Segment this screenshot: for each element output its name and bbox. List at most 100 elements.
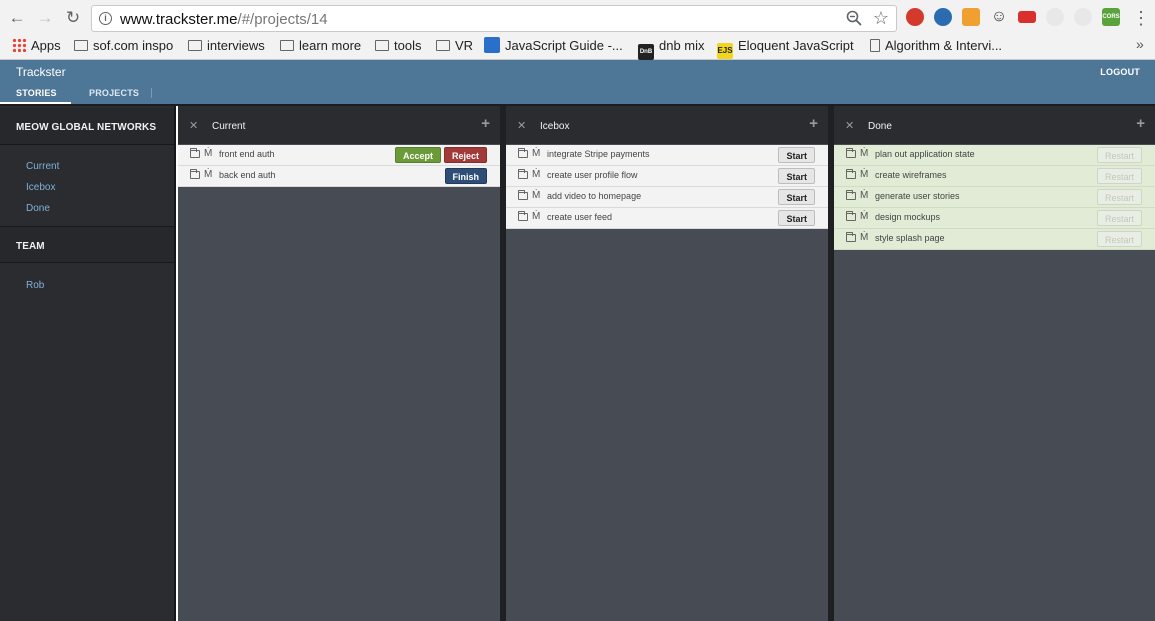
bookmark-vr[interactable]: VR — [436, 37, 473, 55]
folder-icon[interactable] — [846, 169, 856, 179]
address-bar[interactable]: i www.trackster.me/#/projects/14 ☆ — [91, 5, 897, 32]
bookmark-dnb-mix[interactable]: DnB dnb mix — [638, 37, 705, 60]
folder-icon[interactable] — [846, 211, 856, 221]
folder-icon[interactable] — [846, 148, 856, 158]
sidebar-link-icebox[interactable]: Icebox — [26, 182, 55, 193]
story-title: back end auth — [219, 170, 276, 180]
back-arrow-icon[interactable]: ← — [6, 7, 28, 29]
team-heading-section: TEAM — [0, 226, 174, 263]
bookmark-apps[interactable]: Apps — [12, 37, 61, 55]
story-row[interactable]: Ṁ integrate Stripe payments Start — [506, 145, 828, 166]
story-row[interactable]: Ṁ create user profile flow Start — [506, 166, 828, 187]
folder-icon — [436, 40, 450, 51]
info-icon[interactable]: i — [99, 12, 112, 25]
bookmark-learn-more[interactable]: learn more — [280, 37, 361, 55]
tab-divider — [151, 88, 152, 98]
sidebar-link-current[interactable]: Current — [26, 161, 59, 172]
tab-projects[interactable]: PROJECTS — [89, 88, 139, 98]
url-text[interactable]: www.trackster.me/#/projects/14 — [120, 11, 328, 28]
column-header: ✕ Done + — [834, 106, 1155, 144]
bookmark-label: VR — [455, 38, 474, 53]
chart-extension-icon[interactable] — [962, 8, 980, 26]
video-extension-icon[interactable] — [1018, 11, 1036, 23]
folder-icon[interactable] — [518, 169, 528, 179]
browser-menu-icon[interactable]: ⋮ — [1132, 7, 1150, 29]
add-story-icon[interactable]: + — [481, 115, 490, 132]
story-title: create user profile flow — [547, 170, 638, 180]
bookmark-eloquent-javascript[interactable]: EJS Eloquent JavaScript — [717, 37, 854, 59]
restart-button[interactable]: Restart — [1096, 231, 1142, 247]
close-column-icon[interactable]: ✕ — [189, 119, 198, 132]
bookmark-interviews[interactable]: interviews — [188, 37, 265, 55]
folder-icon[interactable] — [846, 232, 856, 242]
bookmark-label: dnb mix — [659, 38, 705, 53]
cors-extension-icon[interactable]: CORS — [1102, 8, 1120, 26]
bookmark-star-icon[interactable]: ☆ — [873, 7, 889, 29]
story-row[interactable]: Ṁ design mockups Restart — [834, 208, 1155, 229]
folder-icon[interactable] — [518, 148, 528, 158]
opera-extension-icon[interactable] — [906, 8, 924, 26]
bookmarks-bar: Apps sof.com inspo interviews learn more… — [0, 35, 1155, 60]
restart-button[interactable]: Restart — [1096, 147, 1142, 163]
folder-icon[interactable] — [190, 169, 200, 179]
branch-icon: Ṁ — [204, 169, 213, 180]
branch-icon: Ṁ — [204, 148, 213, 159]
story-row[interactable]: Ṁ style splash page Restart — [834, 229, 1155, 250]
close-column-icon[interactable]: ✕ — [845, 119, 854, 132]
branch-icon: Ṁ — [860, 169, 869, 180]
story-row[interactable]: Ṁ plan out application state Restart — [834, 145, 1155, 166]
bookmark-javascript-guide[interactable]: JavaScript Guide -... — [484, 37, 623, 55]
branch-icon: Ṁ — [532, 211, 541, 222]
json-extension-icon[interactable] — [1074, 8, 1092, 26]
close-column-icon[interactable]: ✕ — [517, 119, 526, 132]
sidebar: MEOW GLOBAL NETWORKS Current Icebox Done… — [0, 106, 176, 621]
restart-button[interactable]: Restart — [1096, 168, 1142, 184]
folder-icon[interactable] — [846, 190, 856, 200]
restart-button[interactable]: Restart — [1096, 210, 1142, 226]
app-title[interactable]: Trackster — [16, 65, 66, 79]
team-member-rob[interactable]: Rob — [26, 280, 44, 291]
dnb-icon: DnB — [638, 44, 654, 60]
bookmark-tools[interactable]: tools — [375, 37, 421, 55]
story-row[interactable]: Ṁ back end auth Finish — [178, 166, 500, 187]
eye-extension-icon[interactable] — [934, 8, 952, 26]
sidebar-link-done[interactable]: Done — [26, 203, 50, 214]
branch-icon: Ṁ — [532, 148, 541, 159]
start-button[interactable]: Start — [778, 210, 815, 226]
logout-link[interactable]: LOGOUT — [1100, 67, 1140, 77]
accept-button[interactable]: Accept — [394, 147, 441, 163]
bookmark-label: JavaScript Guide -... — [505, 38, 623, 53]
folder-icon[interactable] — [190, 148, 200, 158]
tab-stories[interactable]: STORIES — [16, 88, 57, 98]
start-button[interactable]: Start — [778, 168, 815, 184]
forward-arrow-icon[interactable]: → — [34, 7, 56, 29]
zoom-icon[interactable] — [845, 9, 863, 27]
branch-icon: Ṁ — [860, 148, 869, 159]
bookmark-label: interviews — [207, 38, 265, 53]
smiley-extension-icon[interactable]: ☺ — [990, 8, 1008, 26]
disabled-extension-icon[interactable] — [1046, 8, 1064, 26]
finish-button[interactable]: Finish — [444, 168, 487, 184]
restart-button[interactable]: Restart — [1096, 189, 1142, 205]
story-row[interactable]: Ṁ add video to homepage Start — [506, 187, 828, 208]
reject-button[interactable]: Reject — [443, 147, 487, 163]
start-button[interactable]: Start — [778, 189, 815, 205]
reload-icon[interactable]: ↻ — [62, 7, 84, 29]
bookmark-sof-inspo[interactable]: sof.com inspo — [74, 37, 173, 55]
folder-icon[interactable] — [518, 211, 528, 221]
folder-icon[interactable] — [518, 190, 528, 200]
bookmark-algorithm-interview[interactable]: Algorithm & Intervi... — [870, 37, 1002, 55]
story-title: integrate Stripe payments — [547, 149, 650, 159]
add-story-icon[interactable]: + — [809, 115, 818, 132]
url-host: www.trackster.me — [120, 11, 238, 28]
story-row[interactable]: Ṁ front end auth Accept Reject — [178, 145, 500, 166]
story-row[interactable]: Ṁ generate user stories Restart — [834, 187, 1155, 208]
story-row[interactable]: Ṁ create user feed Start — [506, 208, 828, 229]
add-story-icon[interactable]: + — [1136, 115, 1145, 132]
column-title: Current — [212, 121, 246, 132]
bookmark-label: Algorithm & Intervi... — [885, 38, 1003, 53]
bookmark-label: learn more — [299, 38, 362, 53]
start-button[interactable]: Start — [778, 147, 815, 163]
bookmarks-overflow-icon[interactable]: » — [1136, 36, 1144, 52]
story-row[interactable]: Ṁ create wireframes Restart — [834, 166, 1155, 187]
